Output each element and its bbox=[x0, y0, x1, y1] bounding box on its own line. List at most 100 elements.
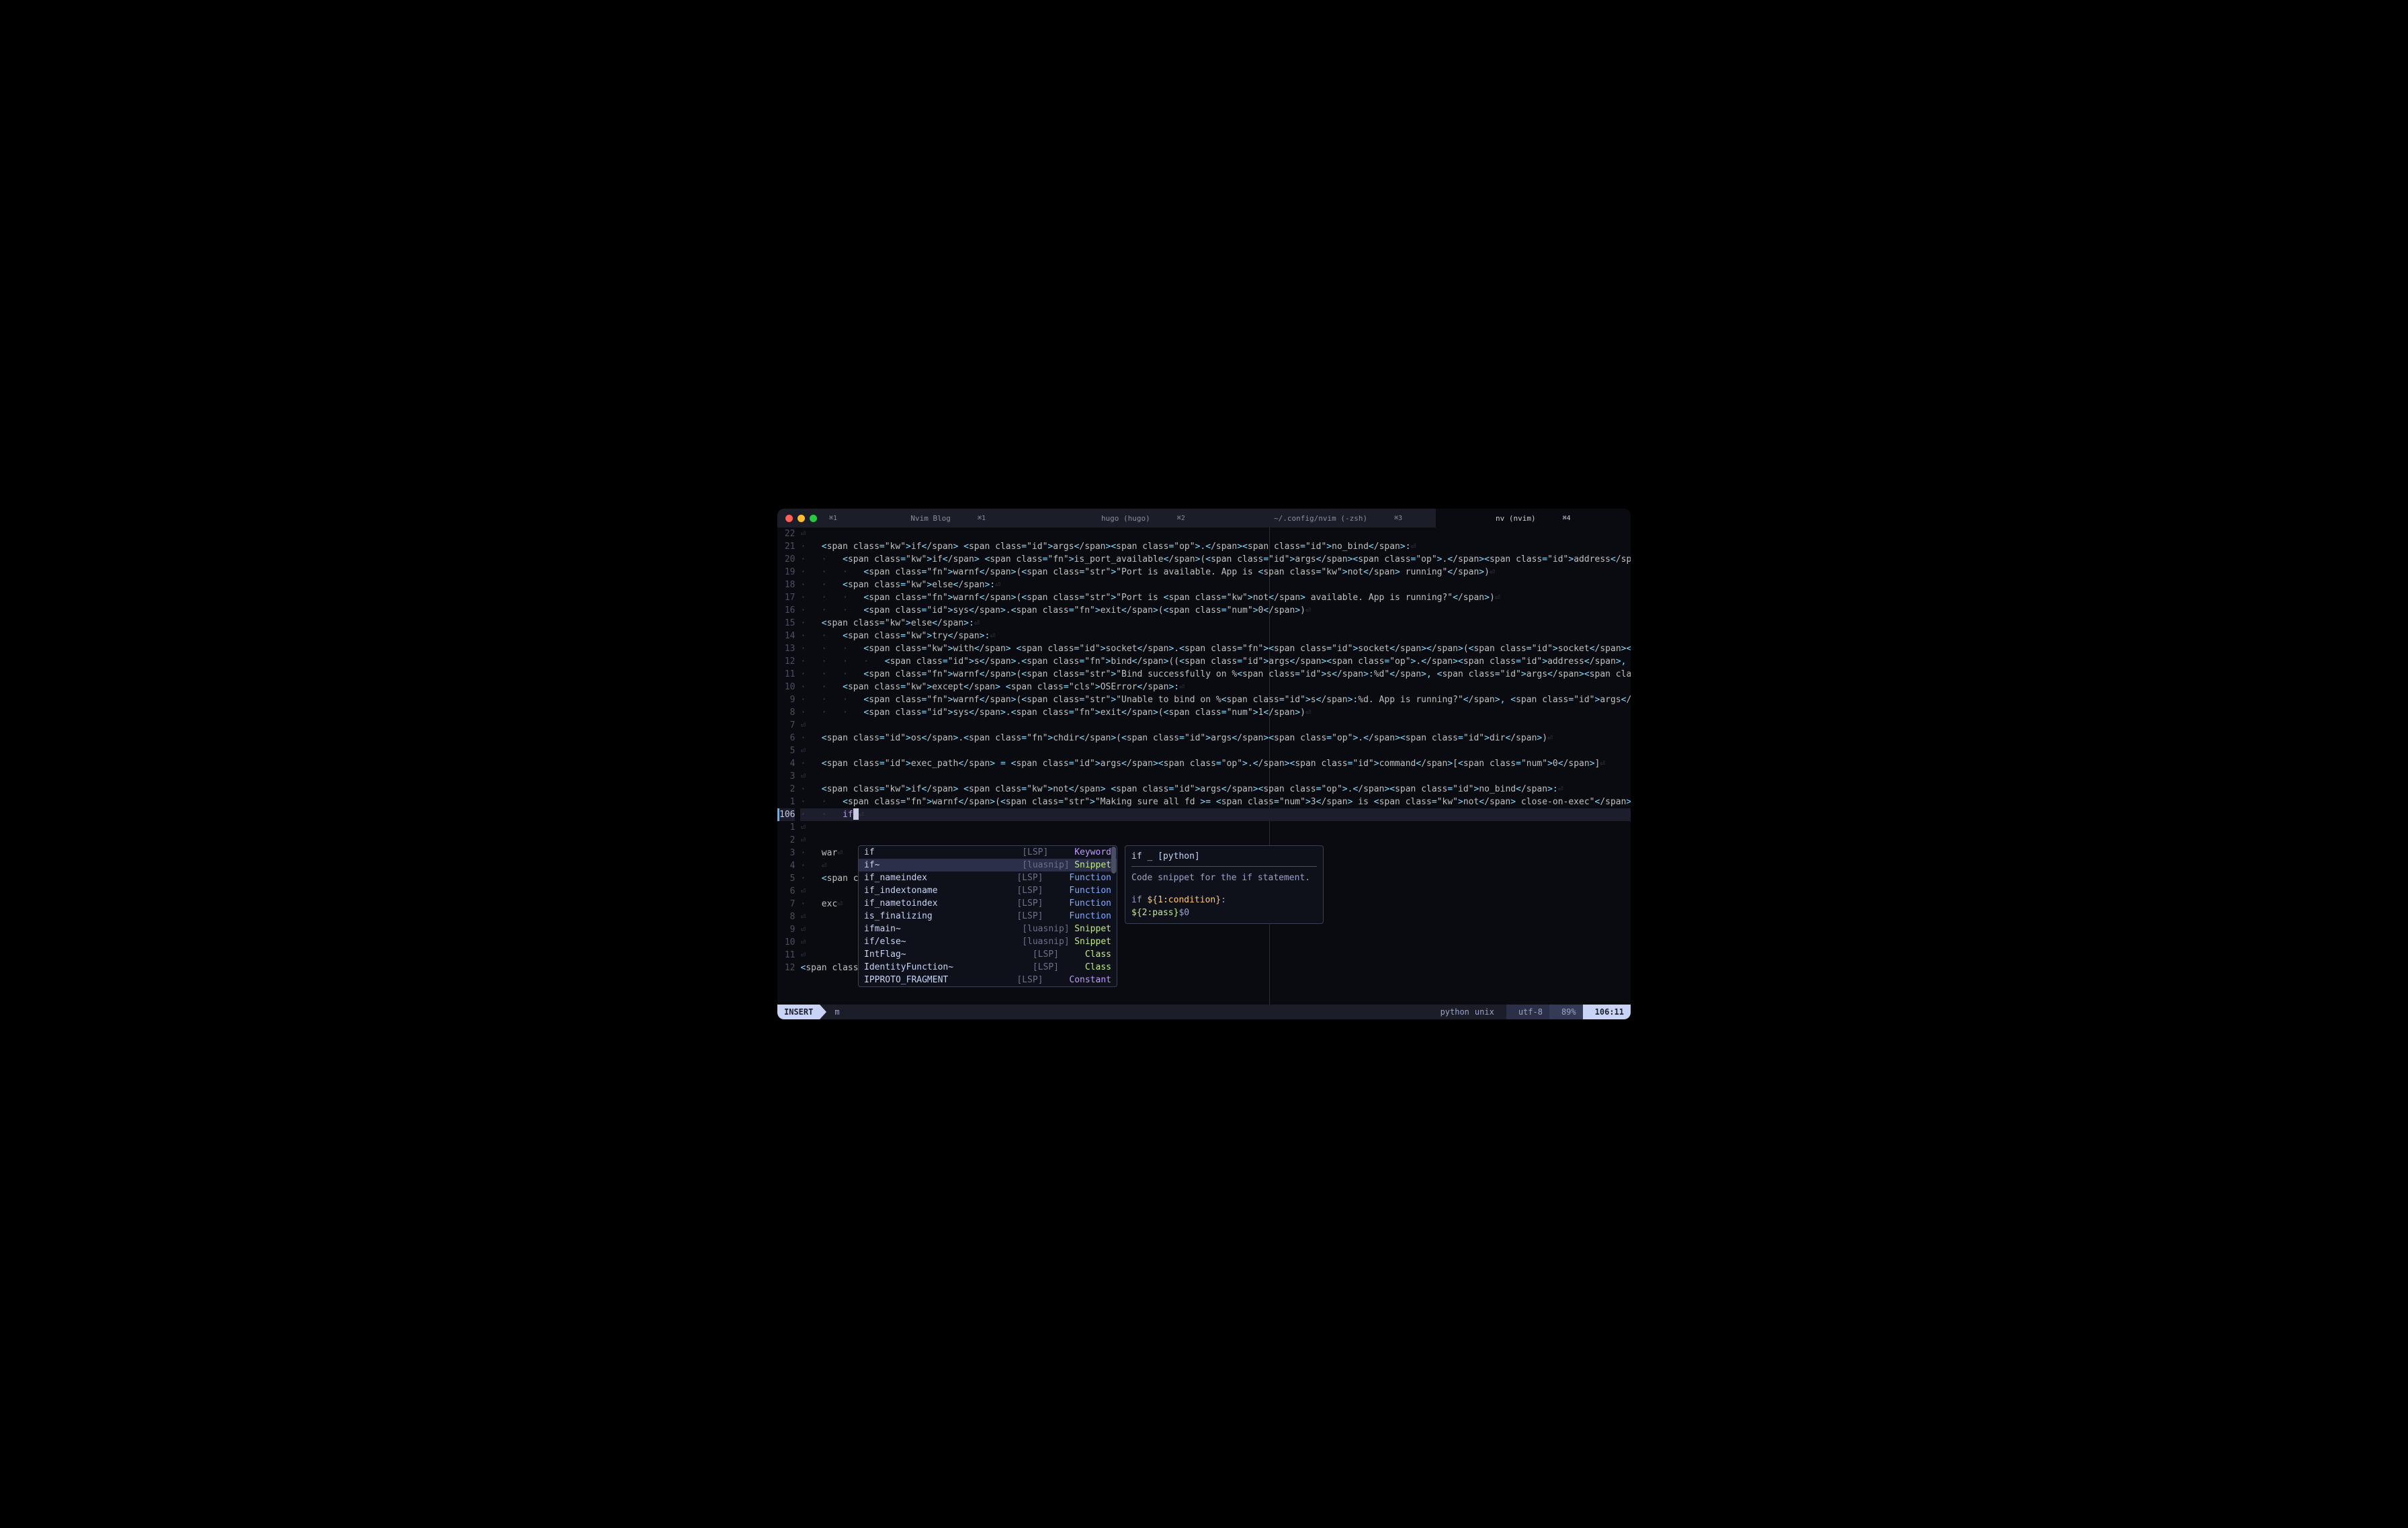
minimize-icon[interactable] bbox=[798, 515, 805, 522]
completion-item[interactable]: if/else~[luasnip]Snippet bbox=[859, 935, 1117, 948]
completion-doc-popup: if _ [python] Code snippet for the if st… bbox=[1125, 845, 1324, 924]
line-number: 13 bbox=[779, 642, 795, 655]
line-number: 6 bbox=[779, 732, 795, 745]
tab-nv-nvim[interactable]: nv (nvim) ⌘4 bbox=[1436, 509, 1631, 527]
line-number-gutter: 2221201918171615141312111098765432110612… bbox=[779, 527, 800, 1005]
line-number: 11 bbox=[779, 949, 795, 962]
line-number: 21 bbox=[779, 540, 795, 553]
code-line[interactable]: · <span class="kw">if</span> <span class… bbox=[800, 783, 1631, 796]
line-number: 11 bbox=[779, 668, 795, 681]
encoding-segment: utf-8 bbox=[1506, 1005, 1549, 1019]
code-line[interactable]: · · · <span class="kw">with</span> <span… bbox=[800, 642, 1631, 655]
code-line[interactable]: · · <span class="kw">if</span> <span cla… bbox=[800, 553, 1631, 566]
tab-hugo[interactable]: hugo (hugo) ⌘2 bbox=[1045, 509, 1240, 527]
code-line[interactable]: · · · <span class="id">sys</span>.<span … bbox=[800, 706, 1631, 719]
code-line[interactable]: · <span class="id">exec_path</span> = <s… bbox=[800, 757, 1631, 770]
line-number: 1 bbox=[779, 821, 795, 834]
line-number: 16 bbox=[779, 604, 795, 617]
line-number: 17 bbox=[779, 591, 795, 604]
close-icon[interactable] bbox=[785, 515, 793, 522]
line-number: 3 bbox=[779, 770, 795, 783]
completion-item[interactable]: IdentityFunction~[LSP]Class bbox=[859, 961, 1117, 974]
code-line[interactable]: ⏎ bbox=[800, 719, 1631, 732]
line-number: 5 bbox=[779, 745, 795, 757]
code-line[interactable]: · · <span class="kw">else</span>:⏎ bbox=[800, 579, 1631, 591]
completion-item[interactable]: if_nameindex[LSP]Function bbox=[859, 872, 1117, 884]
completion-source: [LSP] bbox=[1033, 961, 1085, 974]
code-line[interactable]: ⏎ bbox=[800, 527, 1631, 540]
completion-kind: Constant bbox=[1069, 974, 1111, 986]
completion-source: [luasnip] bbox=[1022, 935, 1074, 948]
completion-kind: Function bbox=[1069, 884, 1111, 897]
code-line[interactable]: · · <span class="kw">except</span> <span… bbox=[800, 681, 1631, 693]
completion-item[interactable]: if~[luasnip]Snippet bbox=[859, 859, 1117, 872]
code-line[interactable]: · · <span class="kw">try</span>:⏎ bbox=[800, 630, 1631, 642]
line-number: 6 bbox=[779, 885, 795, 898]
line-number: 4 bbox=[779, 757, 795, 770]
code-line[interactable]: · · · <span class="fn">warnf</span>(<spa… bbox=[800, 591, 1631, 604]
completion-label: if_indextoname bbox=[864, 884, 1017, 897]
tab-bar: ⌘1 Nvim Blog ⌘1 hugo (hugo) ⌘2 ~/.config… bbox=[777, 509, 1631, 527]
line-number: 9 bbox=[779, 923, 795, 936]
completion-source: [luasnip] bbox=[1022, 859, 1074, 872]
filetype: python bbox=[1440, 1007, 1469, 1017]
line-number: 106 bbox=[779, 808, 795, 821]
completion-item[interactable]: is_finalizing[LSP]Function bbox=[859, 910, 1117, 923]
completion-label: IPPROTO_FRAGMENT bbox=[864, 974, 1017, 986]
code-line[interactable]: · <span class="kw">if</span> <span class… bbox=[800, 540, 1631, 553]
zoom-icon[interactable] bbox=[810, 515, 817, 522]
tab-label: nv (nvim) bbox=[1496, 514, 1536, 523]
code-line[interactable]: ⏎ bbox=[800, 745, 1631, 757]
line-number: 7 bbox=[779, 719, 795, 732]
completion-source: [LSP] bbox=[1017, 872, 1069, 884]
status-line: INSERT m python unix utf-8 89% 106:11 bbox=[777, 1005, 1631, 1019]
completion-kind: Function bbox=[1069, 897, 1111, 910]
completion-item[interactable]: if_indextoname[LSP]Function bbox=[859, 884, 1117, 897]
tab-nvim-blog[interactable]: Nvim Blog ⌘1 bbox=[851, 509, 1045, 527]
tab-config-nvim[interactable]: ~/.config/nvim (-zsh) ⌘3 bbox=[1241, 509, 1436, 527]
completion-source: [LSP] bbox=[1017, 910, 1069, 923]
doc-snippet-line2: ${2:pass}$0 bbox=[1131, 906, 1317, 919]
completion-item[interactable]: IPPROTO_FRAGMENT[LSP]Constant bbox=[859, 974, 1117, 986]
line-number: 2 bbox=[779, 783, 795, 796]
position-segment: 106:11 bbox=[1583, 1005, 1631, 1019]
tab-shortcut: ⌘4 bbox=[1563, 515, 1571, 522]
completion-item[interactable]: if[LSP]Keyword bbox=[859, 846, 1117, 859]
code-line[interactable]: · · · <span class="fn">warnf</span>(<spa… bbox=[800, 693, 1631, 706]
code-line[interactable]: · · · <span class="fn">warnf</span>(<spa… bbox=[800, 566, 1631, 579]
code-line[interactable]: ⏎ bbox=[800, 821, 1631, 834]
line-number: 18 bbox=[779, 579, 795, 591]
window-controls bbox=[777, 515, 825, 522]
completion-label: if bbox=[864, 846, 1022, 859]
code-line[interactable]: · · if⏎ bbox=[800, 808, 1631, 821]
completion-kind: Class bbox=[1085, 948, 1111, 961]
code-line[interactable]: · <span class="kw">else</span>:⏎ bbox=[800, 617, 1631, 630]
editor[interactable]: 2221201918171615141312111098765432110612… bbox=[777, 527, 1631, 1005]
completion-source: [LSP] bbox=[1017, 884, 1069, 897]
code-line[interactable]: · · · <span class="fn">warnf</span>(<spa… bbox=[800, 668, 1631, 681]
completion-popup[interactable]: if[LSP]Keywordif~[luasnip]Snippetif_name… bbox=[858, 845, 1117, 987]
app-shortcut: ⌘1 bbox=[829, 515, 837, 522]
line-number: 12 bbox=[779, 655, 795, 668]
line-number: 4 bbox=[779, 859, 795, 872]
completion-label: if_nameindex bbox=[864, 872, 1017, 884]
completion-kind: Function bbox=[1069, 872, 1111, 884]
tab-label: ~/.config/nvim (-zsh) bbox=[1274, 514, 1367, 523]
tab-label: hugo (hugo) bbox=[1101, 514, 1150, 523]
scrollbar-thumb[interactable] bbox=[1111, 847, 1116, 874]
code-line[interactable]: · · · · <span class="id">s</span>.<span … bbox=[800, 655, 1631, 668]
completion-item[interactable]: ifmain~[luasnip]Snippet bbox=[859, 923, 1117, 935]
code-line[interactable]: · · · <span class="id">sys</span>.<span … bbox=[800, 604, 1631, 617]
code-line[interactable]: ⏎ bbox=[800, 770, 1631, 783]
code-line[interactable]: · <span class="id">os</span>.<span class… bbox=[800, 732, 1631, 745]
code-line[interactable]: · · <span class="fn">warnf</span>(<span … bbox=[800, 796, 1631, 808]
line-number: 5 bbox=[779, 872, 795, 885]
completion-source: [LSP] bbox=[1022, 846, 1074, 859]
completion-item[interactable]: if_nametoindex[LSP]Function bbox=[859, 897, 1117, 910]
branch-name: m bbox=[834, 1007, 839, 1017]
line-number: 10 bbox=[779, 936, 795, 949]
line-number: 2 bbox=[779, 834, 795, 847]
line-number: 19 bbox=[779, 566, 795, 579]
completion-label: ifmain~ bbox=[864, 923, 1022, 935]
completion-item[interactable]: IntFlag~[LSP]Class bbox=[859, 948, 1117, 961]
